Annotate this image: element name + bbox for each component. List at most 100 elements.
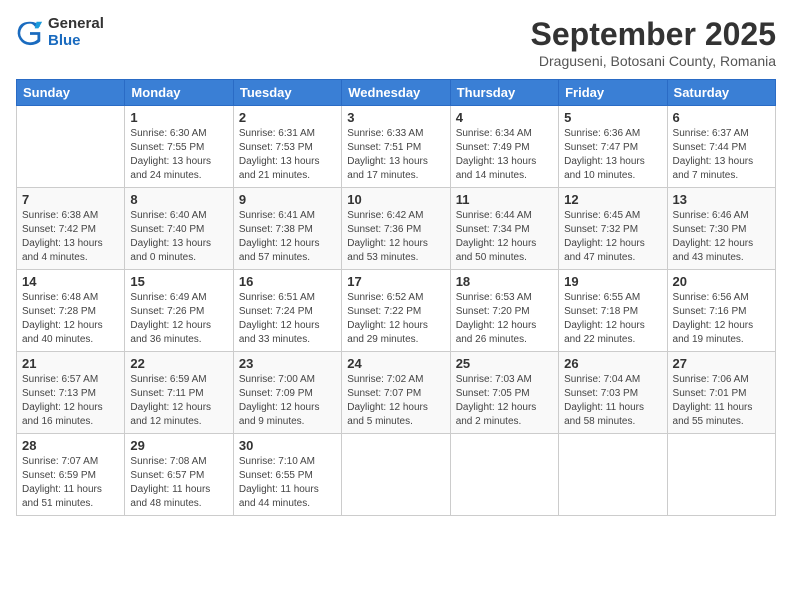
day-info: Sunrise: 6:55 AMSunset: 7:18 PMDaylight:…	[564, 291, 661, 347]
calendar-cell	[559, 434, 667, 516]
location-subtitle: Draguseni, Botosani County, Romania	[531, 53, 776, 69]
weekday-header: Saturday	[667, 80, 775, 106]
day-info: Sunrise: 6:41 AMSunset: 7:38 PMDaylight:…	[239, 209, 336, 265]
calendar-week-row: 14 Sunrise: 6:48 AMSunset: 7:28 PMDayligh…	[17, 270, 776, 352]
calendar-cell: 18Sunrise: 6:53 AMSunset: 7:20 PMDayligh…	[450, 270, 558, 352]
calendar-week-row: 28 Sunrise: 7:07 AMSunset: 6:59 PMDayligh…	[17, 434, 776, 516]
calendar-cell	[342, 434, 450, 516]
day-info: Sunrise: 6:49 AMSunset: 7:26 PMDaylight:…	[130, 291, 227, 347]
calendar-cell	[17, 106, 125, 188]
day-number: 2	[239, 110, 336, 125]
weekday-header: Friday	[559, 80, 667, 106]
calendar-cell: 5 Sunrise: 6:36 AMSunset: 7:47 PMDaylight…	[559, 106, 667, 188]
day-info: Sunrise: 6:56 AMSunset: 7:16 PMDaylight:…	[673, 291, 770, 347]
month-title: September 2025	[531, 16, 776, 53]
calendar-week-row: 21Sunrise: 6:57 AMSunset: 7:13 PMDayligh…	[17, 352, 776, 434]
calendar-cell: 11 Sunrise: 6:44 AMSunset: 7:34 PMDayligh…	[450, 188, 558, 270]
calendar-cell	[450, 434, 558, 516]
calendar-week-row: 1 Sunrise: 6:30 AMSunset: 7:55 PMDaylight…	[17, 106, 776, 188]
calendar-cell: 27Sunrise: 7:06 AMSunset: 7:01 PMDayligh…	[667, 352, 775, 434]
day-number: 5	[564, 110, 661, 125]
day-info: Sunrise: 6:37 AMSunset: 7:44 PMDaylight:…	[673, 127, 770, 183]
calendar-cell: 23Sunrise: 7:00 AMSunset: 7:09 PMDayligh…	[233, 352, 341, 434]
day-number: 6	[673, 110, 770, 125]
calendar-cell: 1 Sunrise: 6:30 AMSunset: 7:55 PMDaylight…	[125, 106, 233, 188]
calendar-cell: 22 Sunrise: 6:59 AMSunset: 7:11 PMDayligh…	[125, 352, 233, 434]
day-info: Sunrise: 6:30 AMSunset: 7:55 PMDaylight:…	[130, 127, 227, 183]
day-info: Sunrise: 6:46 AMSunset: 7:30 PMDaylight:…	[673, 209, 770, 265]
day-number: 15	[130, 274, 227, 289]
day-info: Sunrise: 6:34 AMSunset: 7:49 PMDaylight:…	[456, 127, 553, 183]
day-number: 14	[22, 274, 119, 289]
day-info: Sunrise: 7:04 AMSunset: 7:03 PMDaylight:…	[564, 373, 661, 429]
calendar-cell: 9 Sunrise: 6:41 AMSunset: 7:38 PMDaylight…	[233, 188, 341, 270]
day-info: Sunrise: 6:44 AMSunset: 7:34 PMDaylight:…	[456, 209, 553, 265]
weekday-header: Monday	[125, 80, 233, 106]
day-number: 16	[239, 274, 336, 289]
calendar-cell: 25 Sunrise: 7:03 AMSunset: 7:05 PMDayligh…	[450, 352, 558, 434]
day-info: Sunrise: 6:36 AMSunset: 7:47 PMDaylight:…	[564, 127, 661, 183]
day-number: 28	[22, 438, 119, 453]
day-number: 11	[456, 192, 553, 207]
calendar-cell: 13 Sunrise: 6:46 AMSunset: 7:30 PMDayligh…	[667, 188, 775, 270]
calendar-cell: 17Sunrise: 6:52 AMSunset: 7:22 PMDayligh…	[342, 270, 450, 352]
day-info: Sunrise: 7:03 AMSunset: 7:05 PMDaylight:…	[456, 373, 553, 429]
day-info: Sunrise: 6:38 AMSunset: 7:42 PMDaylight:…	[22, 209, 119, 265]
day-info: Sunrise: 7:07 AMSunset: 6:59 PMDaylight:…	[22, 455, 119, 511]
day-number: 29	[130, 438, 227, 453]
day-number: 22	[130, 356, 227, 371]
day-number: 25	[456, 356, 553, 371]
day-info: Sunrise: 6:31 AMSunset: 7:53 PMDaylight:…	[239, 127, 336, 183]
day-number: 4	[456, 110, 553, 125]
calendar-cell: 21Sunrise: 6:57 AMSunset: 7:13 PMDayligh…	[17, 352, 125, 434]
calendar-cell: 4 Sunrise: 6:34 AMSunset: 7:49 PMDaylight…	[450, 106, 558, 188]
calendar-cell: 7 Sunrise: 6:38 AMSunset: 7:42 PMDaylight…	[17, 188, 125, 270]
weekday-header: Wednesday	[342, 80, 450, 106]
day-number: 9	[239, 192, 336, 207]
calendar-table: SundayMondayTuesdayWednesdayThursdayFrid…	[16, 79, 776, 516]
logo-general: General	[48, 16, 104, 33]
weekday-header: Sunday	[17, 80, 125, 106]
day-number: 24	[347, 356, 444, 371]
day-number: 20	[673, 274, 770, 289]
logo-text: General Blue	[48, 16, 104, 49]
day-info: Sunrise: 7:10 AMSunset: 6:55 PMDaylight:…	[239, 455, 336, 511]
calendar-cell: 12Sunrise: 6:45 AMSunset: 7:32 PMDayligh…	[559, 188, 667, 270]
day-info: Sunrise: 6:48 AMSunset: 7:28 PMDaylight:…	[22, 291, 119, 347]
calendar-cell: 10Sunrise: 6:42 AMSunset: 7:36 PMDayligh…	[342, 188, 450, 270]
calendar-cell: 3 Sunrise: 6:33 AMSunset: 7:51 PMDaylight…	[342, 106, 450, 188]
day-number: 26	[564, 356, 661, 371]
day-number: 13	[673, 192, 770, 207]
day-number: 19	[564, 274, 661, 289]
logo: General Blue	[16, 16, 104, 49]
day-number: 18	[456, 274, 553, 289]
day-info: Sunrise: 6:40 AMSunset: 7:40 PMDaylight:…	[130, 209, 227, 265]
day-number: 3	[347, 110, 444, 125]
weekday-header: Thursday	[450, 80, 558, 106]
logo-blue: Blue	[48, 33, 104, 50]
calendar-cell: 19 Sunrise: 6:55 AMSunset: 7:18 PMDayligh…	[559, 270, 667, 352]
day-number: 8	[130, 192, 227, 207]
day-number: 7	[22, 192, 119, 207]
day-number: 1	[130, 110, 227, 125]
day-info: Sunrise: 6:33 AMSunset: 7:51 PMDaylight:…	[347, 127, 444, 183]
day-info: Sunrise: 7:02 AMSunset: 7:07 PMDaylight:…	[347, 373, 444, 429]
day-number: 23	[239, 356, 336, 371]
calendar-week-row: 7 Sunrise: 6:38 AMSunset: 7:42 PMDaylight…	[17, 188, 776, 270]
calendar-cell: 28 Sunrise: 7:07 AMSunset: 6:59 PMDayligh…	[17, 434, 125, 516]
day-info: Sunrise: 6:59 AMSunset: 7:11 PMDaylight:…	[130, 373, 227, 429]
day-number: 17	[347, 274, 444, 289]
day-info: Sunrise: 6:45 AMSunset: 7:32 PMDaylight:…	[564, 209, 661, 265]
page-header: General Blue September 2025 Draguseni, B…	[16, 16, 776, 69]
calendar-cell: 24 Sunrise: 7:02 AMSunset: 7:07 PMDayligh…	[342, 352, 450, 434]
day-number: 21	[22, 356, 119, 371]
calendar-cell: 6 Sunrise: 6:37 AMSunset: 7:44 PMDaylight…	[667, 106, 775, 188]
logo-icon	[16, 19, 44, 47]
calendar-cell: 30Sunrise: 7:10 AMSunset: 6:55 PMDayligh…	[233, 434, 341, 516]
calendar-cell: 20 Sunrise: 6:56 AMSunset: 7:16 PMDayligh…	[667, 270, 775, 352]
calendar-cell: 2 Sunrise: 6:31 AMSunset: 7:53 PMDaylight…	[233, 106, 341, 188]
calendar-cell: 8 Sunrise: 6:40 AMSunset: 7:40 PMDaylight…	[125, 188, 233, 270]
calendar-cell	[667, 434, 775, 516]
day-info: Sunrise: 6:51 AMSunset: 7:24 PMDaylight:…	[239, 291, 336, 347]
calendar-cell: 15 Sunrise: 6:49 AMSunset: 7:26 PMDayligh…	[125, 270, 233, 352]
